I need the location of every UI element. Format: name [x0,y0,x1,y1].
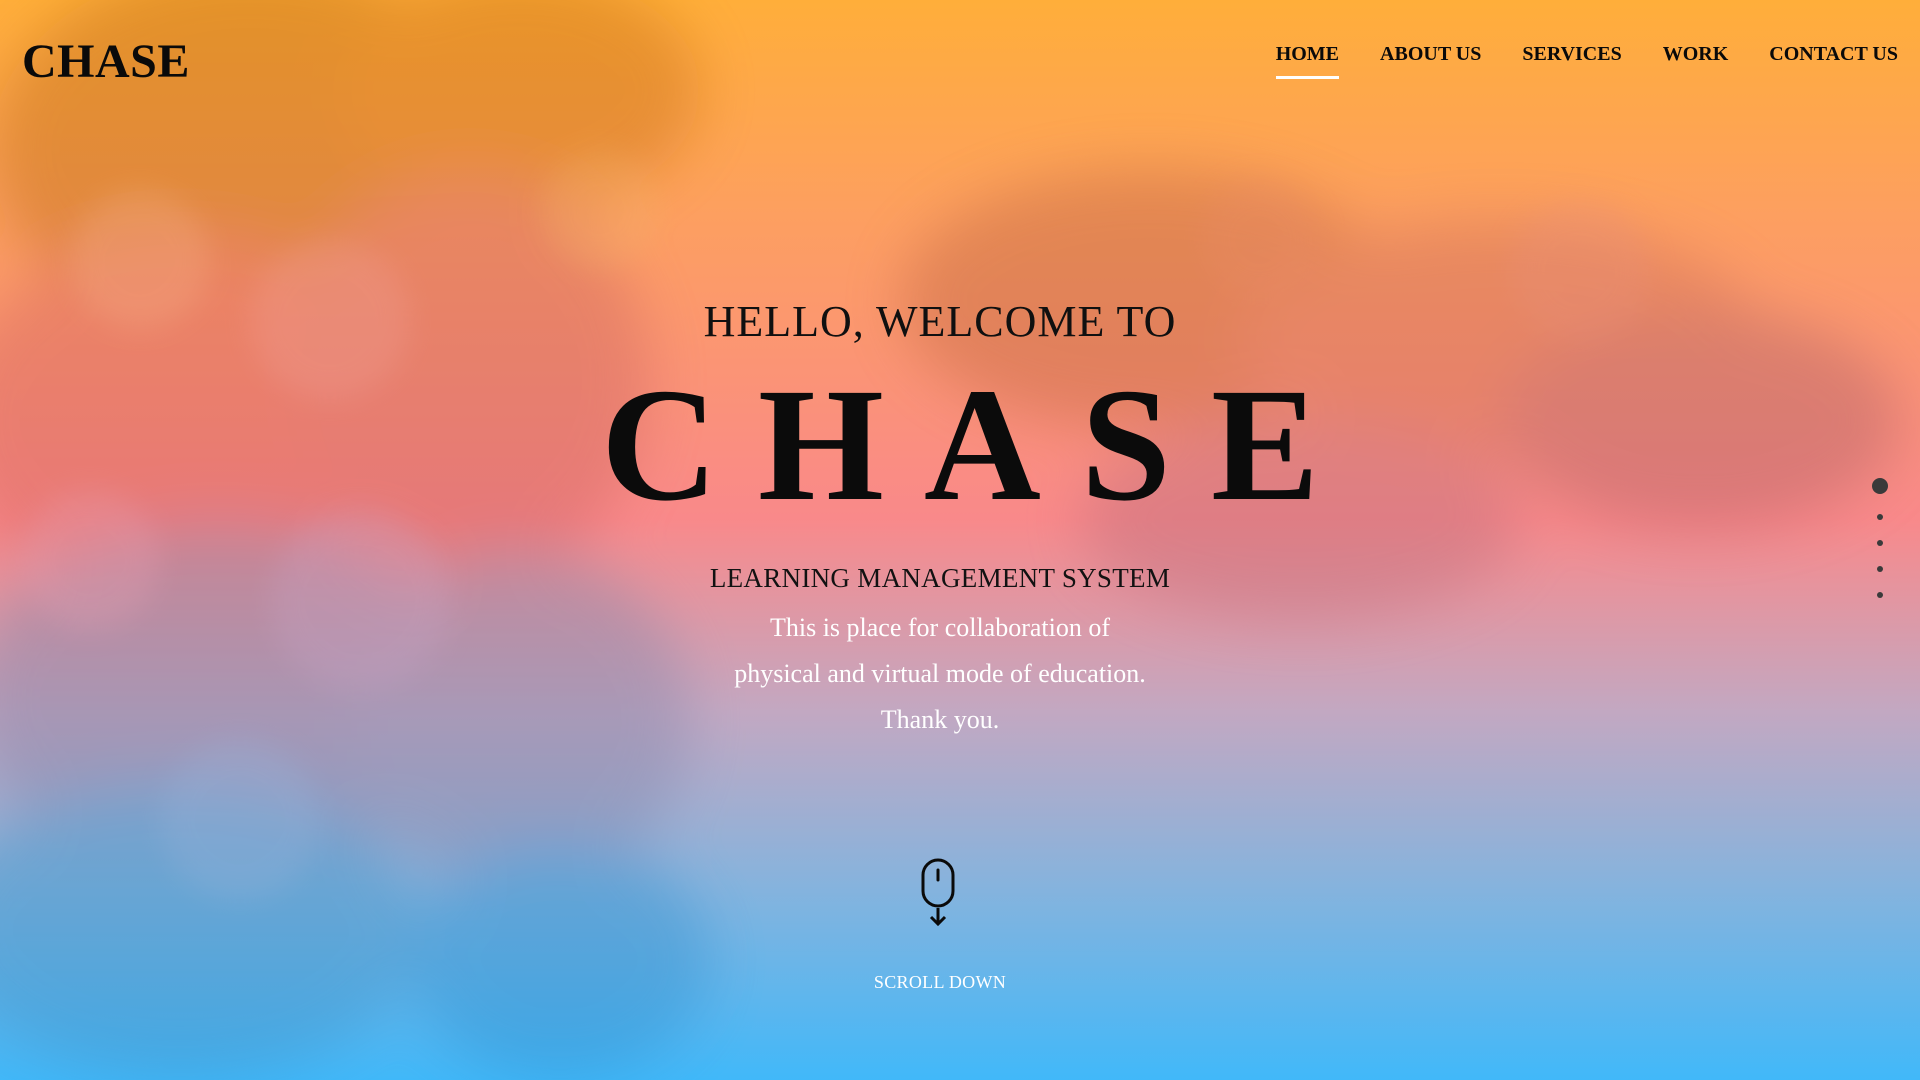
hero-welcome: HELLO, WELCOME TO [703,297,1177,346]
hero-description-line: Thank you. [880,705,1000,734]
pagination-dot[interactable] [1872,478,1888,494]
pagination-dot[interactable] [1877,540,1883,546]
pagination-dot[interactable] [1877,592,1883,598]
pagination-dot[interactable] [1877,566,1883,572]
site-logo[interactable]: CHASE [22,34,190,89]
pagination-dot[interactable] [1877,514,1883,520]
nav-about-us[interactable]: ABOUT US [1380,44,1481,79]
scroll-down-label[interactable]: SCROLL DOWN [0,972,1880,993]
section-pagination [1872,478,1888,598]
main-nav: HOME ABOUT US SERVICES WORK CONTACT US [1275,44,1898,79]
hero-description-line: This is place for collaboration of [769,613,1111,642]
nav-contact-us[interactable]: CONTACT US [1769,44,1898,79]
nav-services[interactable]: SERVICES [1522,44,1621,79]
hero-title: CHASE [600,356,1360,535]
hero-description-line: physical and virtual mode of education. [734,659,1146,688]
hero-subtitle: LEARNING MANAGEMENT SYSTEM [709,563,1171,593]
hero-description: This is place for collaboration of physi… [0,605,1880,743]
mouse-scroll-icon[interactable] [919,858,961,928]
nav-home[interactable]: HOME [1275,44,1340,79]
nav-work[interactable]: WORK [1663,44,1729,79]
